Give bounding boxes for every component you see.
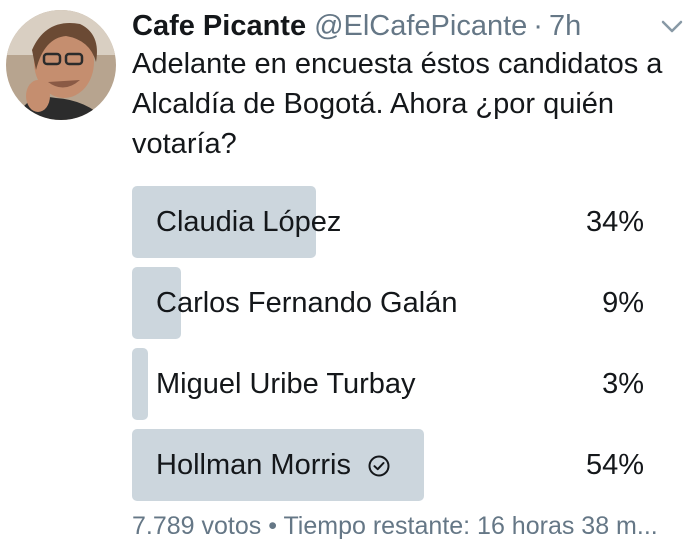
chevron-down-icon[interactable] [658, 14, 686, 38]
tweet-text: Adelante en encuesta éstos candidatos a … [132, 48, 663, 160]
check-circle-icon [367, 453, 391, 477]
poll-option[interactable]: Carlos Fernando Galán 9% [132, 267, 652, 339]
author-name[interactable]: Cafe Picante [132, 10, 306, 43]
avatar[interactable] [6, 10, 116, 120]
avatar-image [6, 10, 116, 120]
tweet-timestamp[interactable]: 7h [549, 10, 581, 43]
poll-option-percent: 54% [585, 448, 644, 481]
poll-option[interactable]: Claudia López 34% [132, 186, 652, 258]
poll-option-label: Claudia López [156, 205, 342, 238]
poll-option-label: Miguel Uribe Turbay [156, 367, 416, 400]
poll-option-percent: 3% [602, 367, 644, 400]
poll-option[interactable]: Miguel Uribe Turbay 3% [132, 348, 652, 420]
tweet-header: Cafe Picante @ElCafePicante · 7h [132, 6, 686, 46]
poll-option-label: Hollman Morris [156, 448, 351, 481]
author-handle[interactable]: @ElCafePicante [314, 10, 527, 43]
poll-bar [132, 348, 148, 420]
poll: Claudia López 34% Carlos Fernando Galán … [132, 186, 652, 510]
poll-option-percent: 9% [602, 286, 644, 319]
separator-dot: · [533, 9, 543, 42]
poll-option-percent: 34% [585, 205, 644, 238]
poll-footer: 7.789 votos • Tiempo restante: 16 horas … [132, 512, 658, 540]
poll-option-label: Carlos Fernando Galán [156, 286, 458, 319]
poll-option[interactable]: Hollman Morris 54% [132, 429, 652, 501]
